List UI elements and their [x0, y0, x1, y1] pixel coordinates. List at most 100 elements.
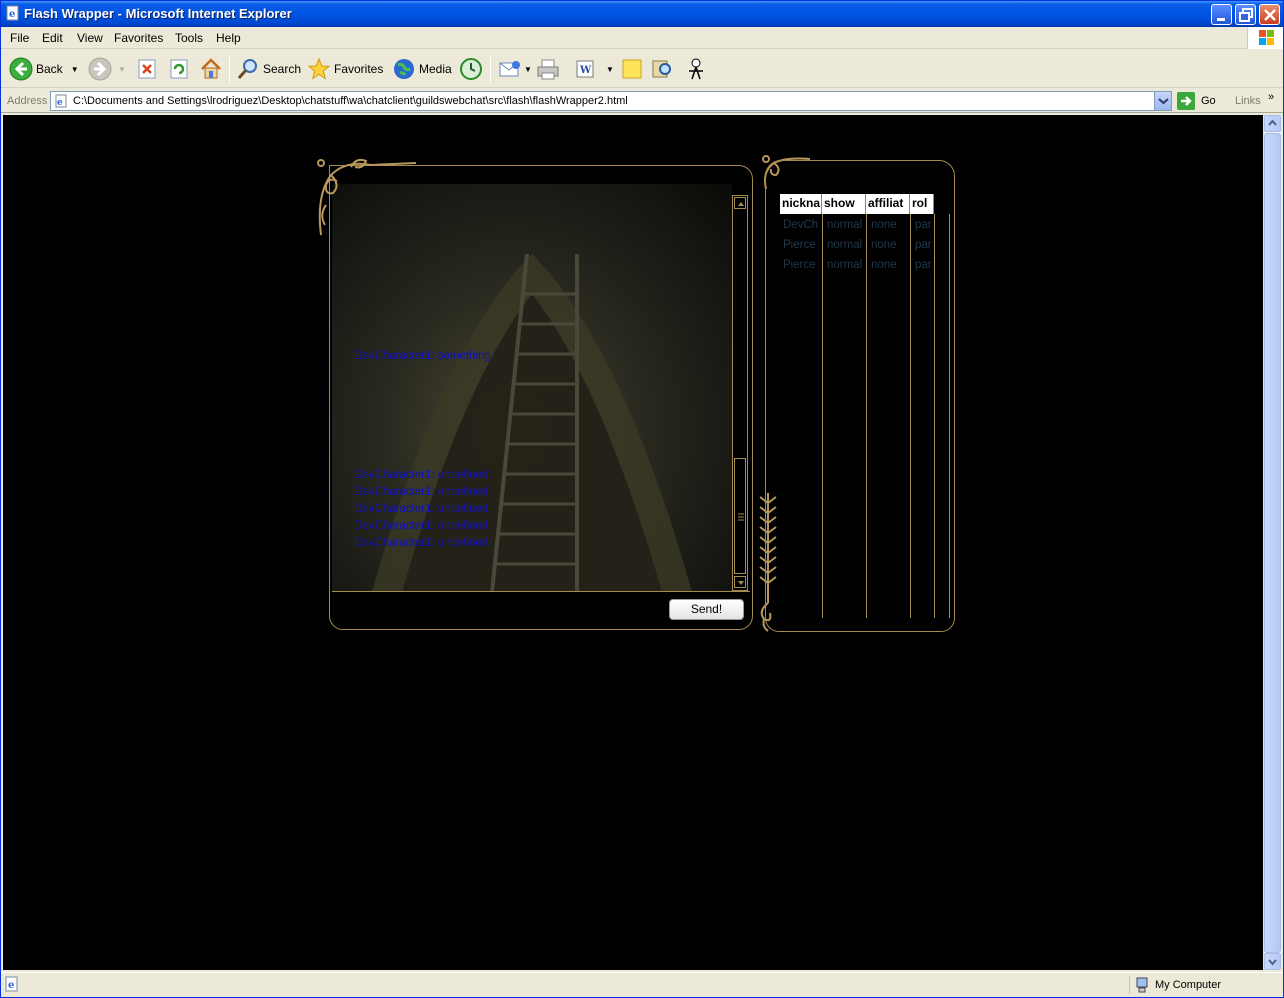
home-button[interactable]	[199, 55, 223, 83]
scroll-thumb[interactable]	[1264, 133, 1281, 953]
research-button[interactable]	[650, 55, 674, 83]
chat-message: DevCharacter1: undefined	[354, 537, 489, 549]
stop-button[interactable]	[136, 55, 158, 83]
forward-button[interactable]: ▼	[88, 55, 126, 83]
close-button[interactable]	[1259, 4, 1280, 25]
address-label: Address	[7, 95, 48, 107]
roster-cell: par	[915, 259, 932, 271]
chevron-down-icon	[1268, 959, 1277, 966]
status-bar: e My Computer	[1, 972, 1283, 996]
messenger-person-icon	[689, 58, 703, 80]
star-icon	[307, 57, 331, 80]
chat-message: DevCharacter1: undefined	[354, 503, 489, 515]
chat-message: DevCharacter1: something	[354, 350, 491, 362]
links-label[interactable]: Links	[1235, 95, 1261, 107]
media-button[interactable]: Media	[392, 55, 452, 83]
roster-cell: normal	[827, 259, 863, 271]
title-bar[interactable]: e Flash Wrapper - Microsoft Internet Exp…	[1, 1, 1283, 27]
roster-table[interactable]: nickna show affiliat rol DevCh normal no…	[780, 194, 950, 620]
column-header-show[interactable]: show	[822, 194, 866, 214]
note-icon	[622, 59, 642, 79]
ie-page-icon: e	[6, 5, 19, 21]
chevron-down-icon[interactable]: ▼	[118, 65, 126, 74]
chat-message: DevCharacter1: undefined	[354, 486, 489, 498]
word-doc-icon: W	[576, 60, 594, 78]
minimize-button[interactable]	[1211, 4, 1232, 25]
page-status-icon: e	[5, 976, 18, 992]
messenger-button[interactable]	[684, 55, 708, 83]
security-zone: My Computer	[1129, 976, 1279, 994]
send-button[interactable]: Send!	[669, 599, 744, 620]
menu-tools[interactable]: Tools	[175, 31, 203, 45]
edit-button[interactable]: W ▼	[574, 55, 614, 83]
print-button[interactable]	[536, 55, 560, 83]
roster-cell: par	[915, 219, 932, 231]
restore-button[interactable]	[1235, 4, 1256, 25]
chat-log[interactable]: DevCharacter1: something DevCharacter1: …	[332, 184, 732, 592]
scroll-up-button[interactable]	[734, 197, 746, 209]
chevron-down-icon[interactable]: ▼	[606, 65, 614, 74]
roster-cell: none	[871, 219, 897, 231]
chevron-down-icon[interactable]: ▼	[524, 65, 532, 74]
printer-icon	[537, 59, 559, 80]
chat-message: DevCharacter1: undefined	[354, 469, 489, 481]
triangle-up-icon	[738, 202, 744, 206]
svg-text:e: e	[57, 98, 63, 108]
discuss-button[interactable]	[620, 55, 644, 83]
column-header-role[interactable]: rol	[910, 194, 934, 214]
chevron-down-icon[interactable]: ▼	[71, 65, 79, 74]
menu-file[interactable]: File	[10, 31, 29, 45]
globe-icon	[394, 59, 414, 79]
back-arrow-icon	[9, 57, 33, 81]
forward-arrow-icon	[88, 57, 112, 81]
menu-help[interactable]: Help	[216, 31, 241, 45]
menu-edit[interactable]: Edit	[42, 31, 63, 45]
refresh-button[interactable]	[168, 55, 190, 83]
scroll-down-button[interactable]	[734, 576, 746, 588]
column-header-nickname[interactable]: nickna	[780, 194, 822, 214]
triangle-down-icon	[738, 581, 744, 585]
go-button[interactable]: Go	[1177, 92, 1216, 110]
back-button[interactable]: Back ▼	[9, 55, 79, 83]
page-content: DevCharacter1: something DevCharacter1: …	[3, 115, 1263, 970]
home-icon	[201, 58, 221, 79]
column-header-affiliation[interactable]: affiliat	[866, 194, 910, 214]
chat-message: DevCharacter1: undefined	[354, 520, 489, 532]
svg-text:e: e	[8, 980, 14, 991]
menu-view[interactable]: View	[77, 31, 103, 45]
search-button[interactable]: Search	[236, 55, 301, 83]
roster-cell: DevCh	[783, 219, 819, 231]
address-input[interactable]: e C:\Documents and Settings\lrodriguez\D…	[50, 91, 1172, 111]
roster-cell: normal	[827, 219, 863, 231]
chevron-right-icon[interactable]: »	[1268, 91, 1274, 103]
window-title: Flash Wrapper - Microsoft Internet Explo…	[24, 6, 292, 21]
menu-bar: File Edit View Favorites Tools Help	[1, 27, 1283, 49]
address-bar: Address e C:\Documents and Settings\lrod…	[1, 89, 1283, 113]
scroll-thumb[interactable]	[734, 458, 746, 574]
roster-cell: none	[871, 239, 897, 251]
research-icon	[652, 60, 671, 78]
search-icon	[237, 59, 257, 79]
windows-flag-icon	[1247, 27, 1283, 49]
page-scrollbar[interactable]	[1264, 115, 1281, 970]
svg-text:e: e	[9, 9, 15, 20]
chat-input-divider	[332, 591, 750, 592]
favorites-button[interactable]: Favorites	[307, 55, 383, 83]
history-icon	[460, 58, 482, 80]
chat-scrollbar[interactable]	[732, 195, 748, 591]
history-button[interactable]	[459, 55, 483, 83]
scroll-up-button[interactable]	[1264, 115, 1281, 132]
go-arrow-icon	[1177, 92, 1195, 110]
grip-icon	[738, 513, 744, 521]
roster-cell: none	[871, 259, 897, 271]
mail-button[interactable]: ▼	[498, 55, 532, 83]
address-url: C:\Documents and Settings\lrodriguez\Des…	[73, 95, 628, 107]
computer-icon	[1136, 977, 1148, 993]
scroll-down-button[interactable]	[1264, 953, 1281, 970]
menu-favorites[interactable]: Favorites	[114, 31, 163, 45]
standard-toolbar: Back ▼ ▼ Search Favorites Media ▼ W ▼	[1, 50, 1283, 88]
message-input[interactable]	[334, 594, 664, 626]
address-dropdown-button[interactable]	[1154, 92, 1171, 110]
roster-cell: par	[915, 239, 932, 251]
browser-window: e Flash Wrapper - Microsoft Internet Exp…	[0, 0, 1284, 998]
